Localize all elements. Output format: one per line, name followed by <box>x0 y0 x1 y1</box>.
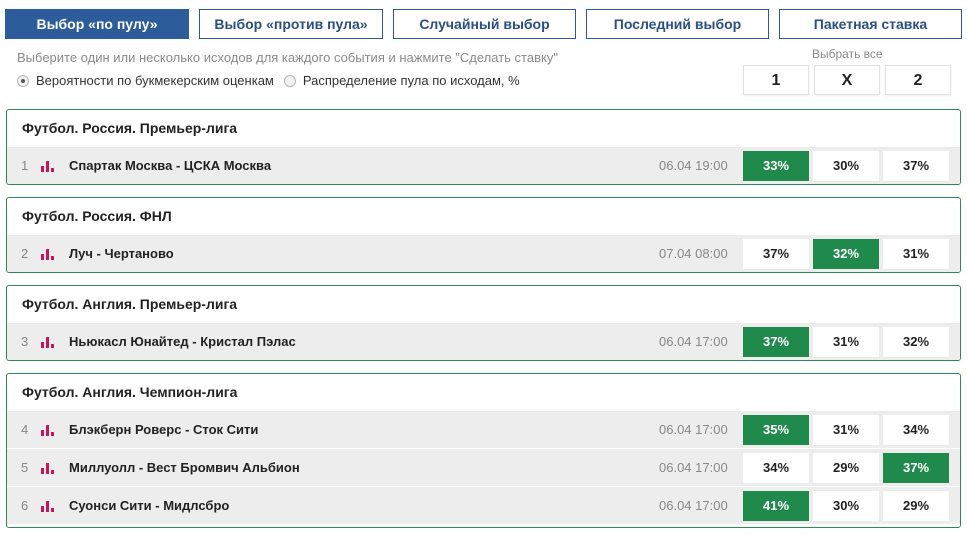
league-title: Футбол. Россия. ФНЛ <box>22 208 172 224</box>
odd-1-button[interactable]: 37% <box>743 327 809 357</box>
tab-random[interactable]: Случайный выбор <box>393 9 576 39</box>
bar-chart-icon[interactable] <box>41 248 54 260</box>
league-title: Футбол. Англия. Чемпион-лига <box>22 384 238 400</box>
odd-2-button[interactable]: 29% <box>883 491 949 521</box>
event-date: 06.04 17:00 <box>659 422 728 437</box>
event-name: Луч - Чертаново <box>69 246 174 261</box>
event-date: 06.04 17:00 <box>659 498 728 513</box>
league-block: Футбол. Россия. ФНЛ 2 Луч - Чертаново 07.04… <box>6 197 961 273</box>
event-date: 06.04 17:00 <box>659 460 728 475</box>
event-date: 06.04 19:00 <box>659 158 728 173</box>
select-all-1-button[interactable]: 1 <box>743 65 809 95</box>
odd-1-button[interactable]: 33% <box>743 151 809 181</box>
instruction-text: Выберите один или несколько исходов для … <box>17 50 558 65</box>
event-name: Миллуолл - Вест Бромвич Альбион <box>69 460 300 475</box>
select-all-label: Выбрать все <box>812 47 883 61</box>
league-block: Футбол. Англия. Чемпион-лига 4 Блэкберн Ро… <box>6 373 961 528</box>
event-row: 2 Луч - Чертаново 07.04 08:00 37% 32% 31% <box>7 234 960 272</box>
odd-2-button[interactable]: 32% <box>883 327 949 357</box>
tab-by-pool[interactable]: Выбор «по пулу» <box>5 9 189 39</box>
odd-2-button[interactable]: 34% <box>883 415 949 445</box>
league-block: Футбол. Россия. Премьер-лига 1 Спартак Мос… <box>6 109 961 185</box>
radio-pool-label: Распределение пула по исходам, % <box>302 73 520 88</box>
radio-checked-icon <box>17 74 29 87</box>
bar-chart-icon[interactable] <box>41 160 54 172</box>
event-row: 5 Миллуолл - Вест Бромвич Альбион 06.04 17… <box>7 448 960 486</box>
event-row: 1 Спартак Москва - ЦСКА Москва 06.04 19:00… <box>7 146 960 184</box>
event-date: 06.04 17:00 <box>659 334 728 349</box>
event-number: 2 <box>21 246 29 261</box>
event-name: Блэкберн Роверс - Сток Сити <box>69 422 259 437</box>
bar-chart-icon[interactable] <box>41 424 54 436</box>
odd-x-button[interactable]: 30% <box>813 491 879 521</box>
radio-bookmaker[interactable]: Вероятности по букмекерским оценкам <box>17 73 274 88</box>
odd-2-button[interactable]: 31% <box>883 239 949 269</box>
league-title: Футбол. Англия. Премьер-лига <box>22 296 238 312</box>
radio-bookmaker-label: Вероятности по букмекерским оценкам <box>36 73 274 88</box>
odd-1-button[interactable]: 34% <box>743 453 809 483</box>
odd-1-button[interactable]: 35% <box>743 415 809 445</box>
radio-pool-distribution[interactable]: Распределение пула по исходам, % <box>283 73 520 88</box>
event-name: Суонси Сити - Мидлсбро <box>69 498 230 513</box>
tab-batch[interactable]: Пакетная ставка <box>779 9 962 39</box>
event-number: 3 <box>21 334 29 349</box>
odd-x-button[interactable]: 31% <box>813 415 879 445</box>
league-title: Футбол. Россия. Премьер-лига <box>22 120 238 136</box>
odd-x-button[interactable]: 32% <box>813 239 879 269</box>
radio-unchecked-icon <box>283 74 296 87</box>
event-row: 4 Блэкберн Роверс - Сток Сити 06.04 17:00 3… <box>7 410 960 448</box>
event-number: 6 <box>21 498 29 513</box>
tab-bar: Выбор «по пулу» Выбор «против пула» Случ… <box>5 9 962 39</box>
odd-1-button[interactable]: 41% <box>743 491 809 521</box>
select-all-x-button[interactable]: X <box>814 65 880 95</box>
event-name: Ньюкасл Юнайтед - Кристал Пэлас <box>69 334 296 349</box>
probability-mode: Вероятности по букмекерским оценкам Расп… <box>17 73 530 88</box>
odd-2-button[interactable]: 37% <box>883 453 949 483</box>
select-all-2-button[interactable]: 2 <box>885 65 951 95</box>
event-row: 3 Ньюкасл Юнайтед - Кристал Пэлас 06.04 17… <box>7 322 960 360</box>
event-number: 1 <box>21 158 29 173</box>
bar-chart-icon[interactable] <box>41 462 54 474</box>
odd-x-button[interactable]: 29% <box>813 453 879 483</box>
odd-x-button[interactable]: 30% <box>813 151 879 181</box>
event-number: 5 <box>21 460 29 475</box>
bar-chart-icon[interactable] <box>41 500 54 512</box>
event-date: 07.04 08:00 <box>659 246 728 261</box>
league-block: Футбол. Англия. Премьер-лига 3 Ньюкасл Юна… <box>6 285 961 361</box>
event-name: Спартак Москва - ЦСКА Москва <box>69 158 272 173</box>
bar-chart-icon[interactable] <box>41 336 54 348</box>
tab-last[interactable]: Последний выбор <box>586 9 769 39</box>
odd-1-button[interactable]: 37% <box>743 239 809 269</box>
odd-x-button[interactable]: 31% <box>813 327 879 357</box>
event-row: 6 Суонси Сити - Мидлсбро 06.04 17:00 41% 30%… <box>7 486 960 524</box>
event-number: 4 <box>21 422 29 437</box>
tab-against-pool[interactable]: Выбор «против пула» <box>199 9 383 39</box>
odd-2-button[interactable]: 37% <box>883 151 949 181</box>
